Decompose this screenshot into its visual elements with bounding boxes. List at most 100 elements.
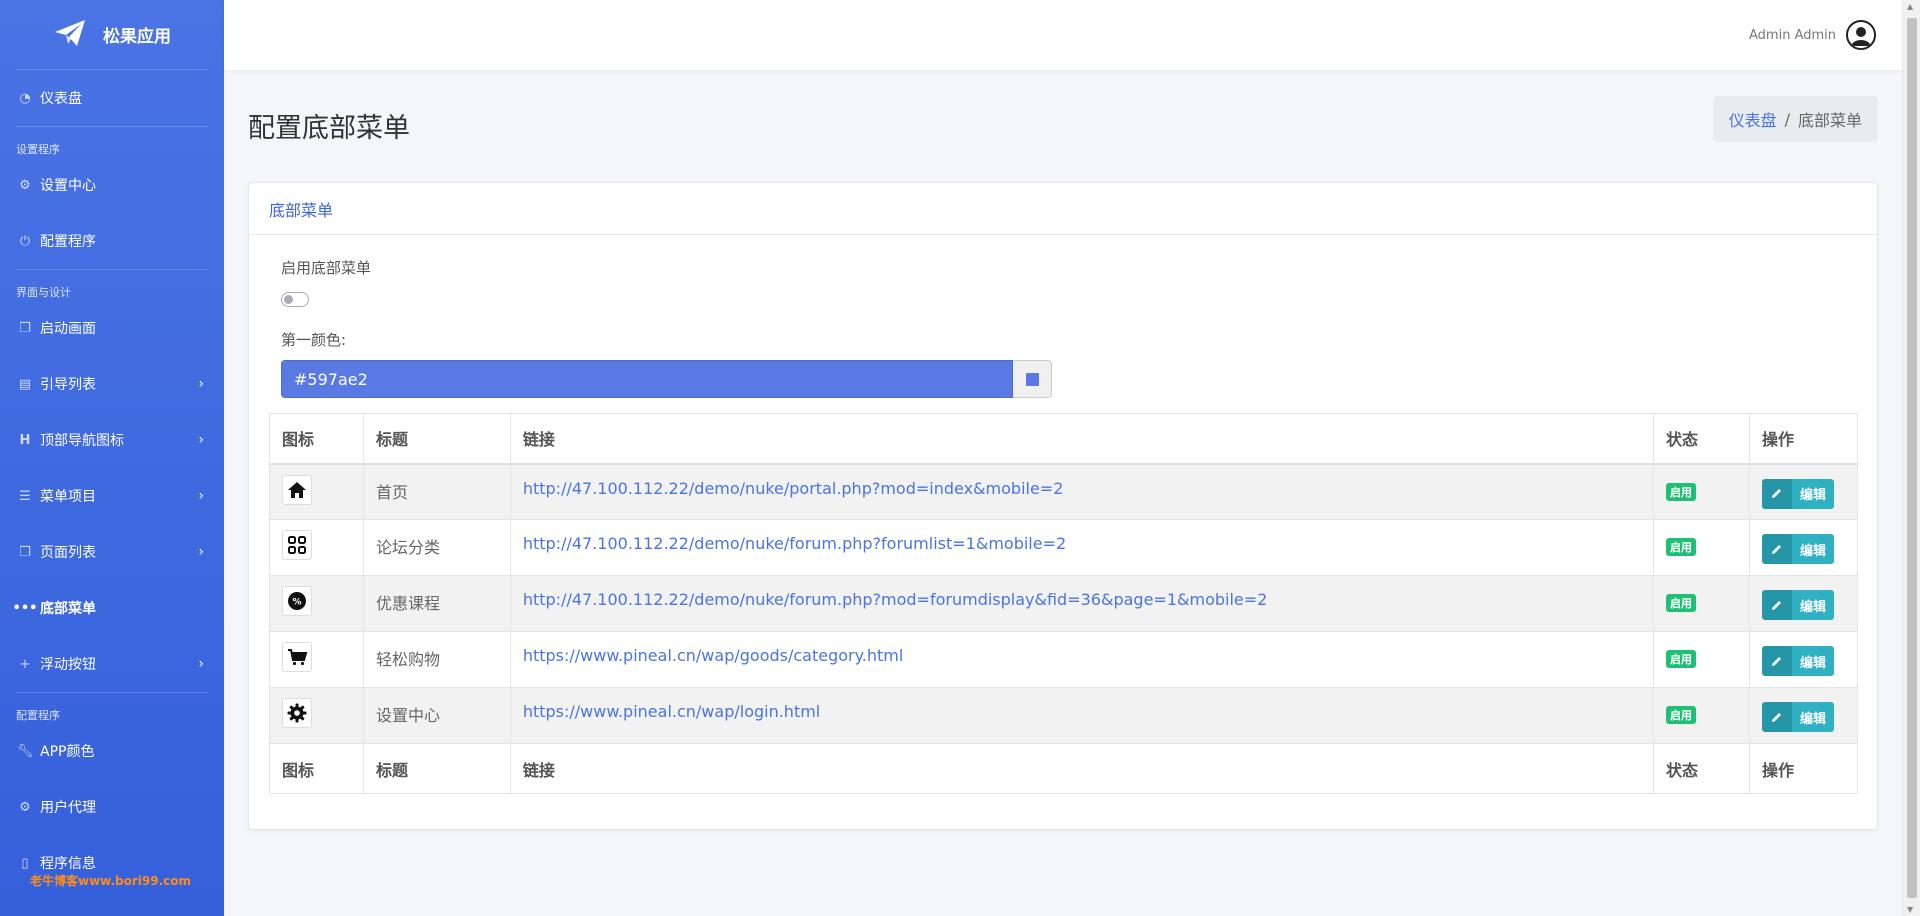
primary-color-group: #597ae2 bbox=[281, 360, 1052, 398]
pencil-icon bbox=[1761, 702, 1792, 732]
sidebar-item-label: APP颜色 bbox=[40, 744, 95, 760]
edit-button-label: 编辑 bbox=[1791, 646, 1834, 676]
sidebar-item-label: 底部菜单 bbox=[40, 601, 96, 617]
bottom-menu-card: 底部菜单 启用底部菜单 第一颜色: #597ae2 图标 标题 链接 状态 操作… bbox=[248, 182, 1878, 830]
page-title: 配置底部菜单 bbox=[248, 113, 410, 144]
sidebar-item-config-program[interactable]: ⏻ 配置程序 bbox=[0, 213, 224, 269]
edit-button[interactable]: 编辑 bbox=[1761, 590, 1834, 620]
sidebar-item-page-list[interactable]: ❐ 页面列表 › bbox=[0, 524, 224, 580]
primary-color-input[interactable]: #597ae2 bbox=[281, 360, 1013, 398]
scrollbar-thumb[interactable] bbox=[1907, 18, 1917, 898]
sidebar-item-label: 浮动按钮 bbox=[40, 657, 96, 673]
status-badge: 启用 bbox=[1666, 538, 1697, 556]
edit-button[interactable]: 编辑 bbox=[1761, 478, 1834, 509]
sidebar-item-splash[interactable]: ❐ 启动画面 bbox=[0, 300, 224, 356]
table-row: 论坛分类 http://47.100.112.22/demo/nuke/foru… bbox=[269, 519, 1859, 576]
sidebar-item-label: 页面列表 bbox=[40, 545, 96, 561]
row-title: 设置中心 bbox=[362, 687, 511, 744]
sidebar-item-label: 仪表盘 bbox=[40, 91, 82, 107]
toggle-knob bbox=[284, 295, 293, 304]
row-link[interactable]: http://47.100.112.22/demo/nuke/portal.ph… bbox=[523, 479, 1064, 498]
row-link[interactable]: http://47.100.112.22/demo/nuke/forum.php… bbox=[523, 534, 1066, 553]
row-link[interactable]: https://www.pineal.cn/wap/login.html bbox=[523, 702, 820, 721]
table-header-row: 图标 标题 链接 状态 操作 bbox=[269, 413, 1859, 465]
sidebar-item-label: 菜单项目 bbox=[40, 489, 96, 505]
cogs-icon: ⚙ bbox=[19, 177, 31, 193]
breadcrumb-current: 底部菜单 bbox=[1797, 111, 1862, 130]
page-scrollbar[interactable]: ▲ ▼ bbox=[1902, 0, 1920, 916]
list-icon: ☰ bbox=[19, 488, 31, 504]
gear-icon bbox=[282, 698, 312, 728]
column-header: 链接 bbox=[509, 413, 1655, 465]
brand-title: 松果应用 bbox=[103, 27, 171, 47]
brand[interactable]: 松果应用 bbox=[16, 0, 208, 70]
sidebar-item-bottom-menu[interactable]: ••• 底部菜单 bbox=[0, 580, 224, 636]
bottom-menu-table: 图标 标题 链接 状态 操作 首页 http://47.100.112.22/d… bbox=[269, 413, 1859, 794]
chevron-right-icon: › bbox=[198, 488, 204, 504]
column-header: 操作 bbox=[1748, 413, 1859, 465]
sidebar-item-label: 设置中心 bbox=[40, 178, 96, 194]
chevron-right-icon: › bbox=[198, 432, 204, 448]
scroll-down-arrow-icon[interactable]: ▼ bbox=[1907, 905, 1913, 914]
sidebar-heading-setup: 设置程序 bbox=[16, 143, 60, 156]
table-footer-row: 图标 标题 链接 状态 操作 bbox=[269, 743, 1859, 794]
pencil-icon bbox=[1761, 590, 1792, 620]
color-picker-button[interactable] bbox=[1013, 360, 1052, 398]
wrench-icon: 🔧︎ bbox=[16, 743, 34, 759]
sidebar-item-label: 程序信息 bbox=[40, 856, 96, 872]
topbar: Admin Admin bbox=[224, 0, 1902, 70]
sidebar-item-app-color[interactable]: 🔧︎ APP颜色 bbox=[0, 723, 224, 779]
user-avatar-icon[interactable] bbox=[1846, 20, 1876, 50]
grid-icon bbox=[282, 530, 312, 560]
status-badge: 启用 bbox=[1666, 482, 1697, 501]
sidebar-heading-ui: 界面与设计 bbox=[16, 286, 71, 299]
edit-button-label: 编辑 bbox=[1791, 590, 1834, 620]
chevron-right-icon: › bbox=[198, 376, 204, 392]
edit-button[interactable]: 编辑 bbox=[1761, 646, 1834, 676]
column-footer: 图标 bbox=[269, 743, 364, 794]
status-badge: 启用 bbox=[1666, 706, 1697, 724]
column-footer: 链接 bbox=[509, 743, 1655, 794]
sidebar-heading-config: 配置程序 bbox=[16, 709, 60, 722]
row-title: 优惠课程 bbox=[362, 575, 511, 632]
column-header: 标题 bbox=[362, 413, 511, 465]
user-name[interactable]: Admin Admin bbox=[1749, 28, 1836, 43]
edit-button[interactable]: 编辑 bbox=[1761, 534, 1834, 564]
copy-icon: ❐ bbox=[19, 544, 31, 560]
enable-bottom-menu-toggle[interactable] bbox=[281, 292, 309, 307]
column-header: 图标 bbox=[269, 413, 364, 465]
mobile-icon: ▯ bbox=[21, 855, 29, 871]
table-row: 首页 http://47.100.112.22/demo/nuke/portal… bbox=[269, 463, 1859, 520]
row-link[interactable]: https://www.pineal.cn/wap/goods/category… bbox=[523, 646, 904, 665]
heading-icon: H bbox=[19, 432, 31, 448]
table-row: 轻松购物 https://www.pineal.cn/wap/goods/cat… bbox=[269, 631, 1859, 688]
sidebar-item-top-nav-icons[interactable]: H 顶部导航图标 › bbox=[0, 412, 224, 468]
pencil-icon bbox=[1761, 478, 1792, 509]
edit-button[interactable]: 编辑 bbox=[1761, 702, 1834, 732]
row-link[interactable]: http://47.100.112.22/demo/nuke/forum.php… bbox=[523, 590, 1268, 609]
breadcrumb-home-link[interactable]: 仪表盘 bbox=[1729, 107, 1777, 131]
breadcrumb: 仪表盘 / 底部菜单 bbox=[1712, 96, 1878, 142]
status-badge: 启用 bbox=[1666, 650, 1697, 668]
sidebar-item-guide-list[interactable]: ▤ 引导列表 › bbox=[0, 356, 224, 412]
sidebar-item-float-button[interactable]: + 浮动按钮 › bbox=[0, 636, 224, 692]
ellipsis-icon: ••• bbox=[12, 600, 38, 616]
svg-text:%: % bbox=[292, 598, 301, 608]
scroll-up-arrow-icon[interactable]: ▲ bbox=[1907, 2, 1913, 11]
primary-color-label: 第一颜色: bbox=[281, 331, 347, 349]
chevron-right-icon: › bbox=[198, 656, 204, 672]
dashboard-icon: ◔ bbox=[19, 90, 31, 106]
status-badge: 启用 bbox=[1666, 594, 1697, 612]
breadcrumb-separator: / bbox=[1784, 109, 1790, 129]
sidebar-item-user-agent[interactable]: ⚙ 用户代理 bbox=[0, 779, 224, 835]
sidebar-item-label: 引导列表 bbox=[40, 377, 96, 393]
edit-button-label: 编辑 bbox=[1791, 534, 1834, 564]
card-title: 底部菜单 bbox=[249, 183, 1877, 235]
plug-icon: ⏻ bbox=[19, 233, 31, 249]
paper-plane-icon bbox=[53, 18, 87, 52]
pencil-icon bbox=[1761, 646, 1792, 676]
sidebar: 松果应用 ◔ 仪表盘 设置程序 ⚙ 设置中心 ⏻ 配置程序 界面与设计 ❐ 启动… bbox=[0, 0, 224, 916]
sidebar-item-dashboard[interactable]: ◔ 仪表盘 bbox=[0, 70, 224, 126]
sidebar-item-settings-center[interactable]: ⚙ 设置中心 bbox=[0, 157, 224, 213]
sidebar-item-menu-items[interactable]: ☰ 菜单项目 › bbox=[0, 468, 224, 524]
